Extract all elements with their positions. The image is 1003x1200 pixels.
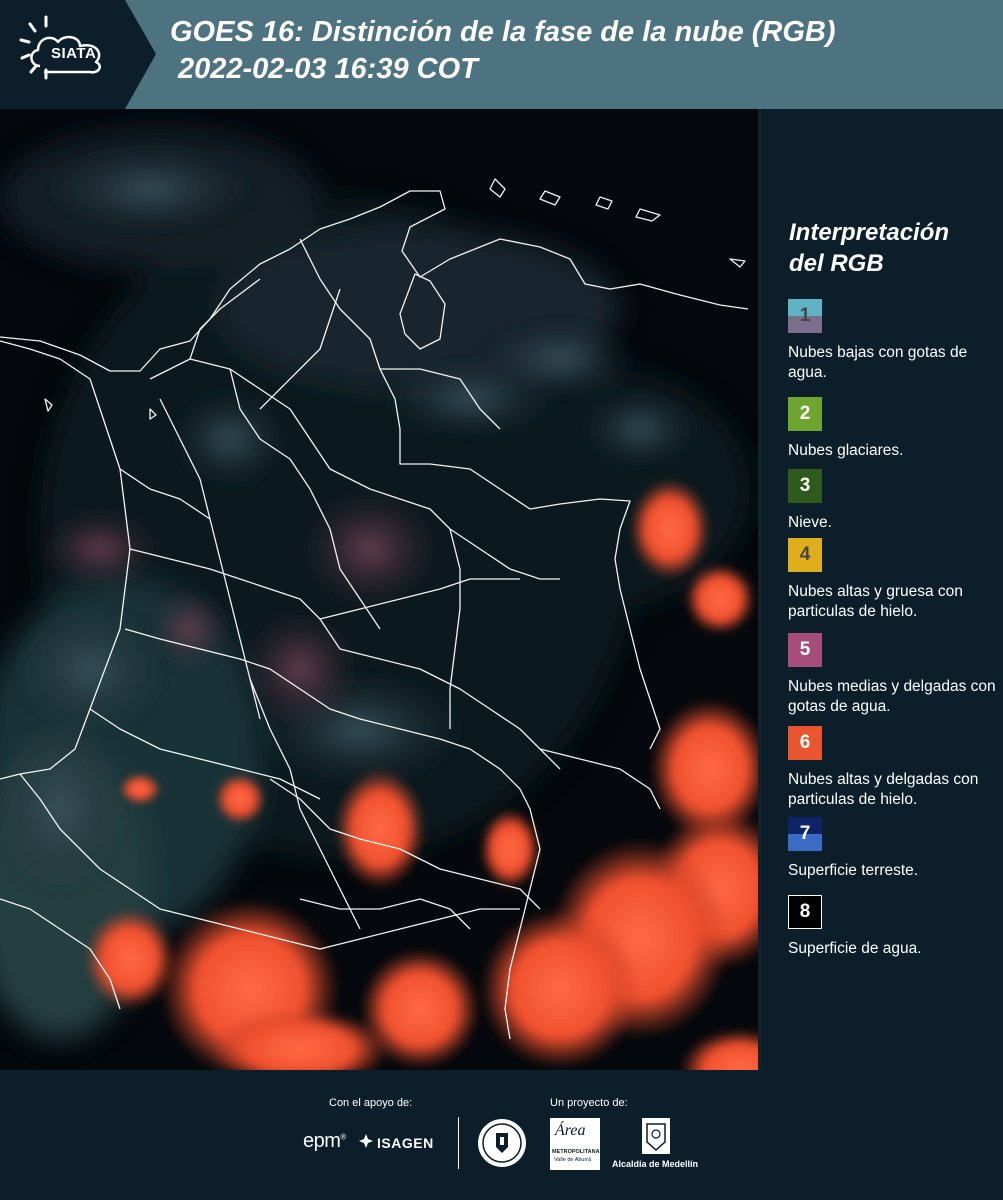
- legend-label: Nubes medias y delgadas con gotas de agu…: [788, 678, 996, 715]
- header-bar: SIATA GOES 16: Distinción de la fase de …: [0, 0, 1003, 109]
- legend-item-3: 3 Nieve.: [788, 469, 1003, 533]
- project-label: Un proyecto de:: [550, 1097, 628, 1109]
- siata-logo[interactable]: SIATA: [0, 0, 160, 109]
- legend-item-8: 8 Superficie de agua.: [788, 895, 1003, 959]
- epm-logo-text: epm: [303, 1130, 341, 1152]
- legend-label: Nieve.: [788, 514, 832, 531]
- footer-divider: [458, 1117, 459, 1169]
- legend-swatch-3: 3: [788, 469, 822, 503]
- title-line-2: 2022-02-03 16:39 COT: [178, 53, 478, 85]
- legend-label: Nubes altas y delgadas con particulas de…: [788, 771, 979, 808]
- isagen-star-icon: [359, 1134, 373, 1148]
- legend-title-line-2: del RGB: [789, 250, 884, 277]
- legend-item-6: 6 Nubes altas y delgadas con particulas …: [788, 726, 1003, 810]
- isagen-logo[interactable]: ISAGEN: [377, 1135, 434, 1151]
- footer: Con el apoyo de: Un proyecto de: epm® IS…: [0, 1070, 1003, 1200]
- title-line-1: GOES 16: Distinción de la fase de la nub…: [170, 16, 836, 48]
- legend-item-1: 1 Nubes bajas con gotas de agua.: [788, 299, 1003, 383]
- legend-swatch-2: 2: [788, 397, 822, 431]
- page-title: GOES 16: Distinción de la fase de la nub…: [170, 14, 990, 88]
- legend-label: Superficie terreste.: [788, 862, 919, 879]
- legend-number: 4: [799, 544, 811, 565]
- alcaldia-logo-text: Alcaldía de Medellín: [612, 1159, 699, 1169]
- legend-number: 3: [799, 475, 811, 496]
- satellite-map-image: [0, 109, 758, 1070]
- legend-swatch-5: 5: [788, 633, 822, 667]
- legend-number: 8: [799, 901, 811, 922]
- legend-label: Nubes glaciares.: [788, 442, 904, 459]
- legend-label: Nubes altas y gruesa con particulas de h…: [788, 583, 963, 620]
- government-seal-icon[interactable]: [476, 1117, 528, 1169]
- legend-swatch-8: 8: [788, 895, 822, 929]
- satellite-map[interactable]: [0, 109, 758, 1070]
- legend-swatch-7: 7: [788, 817, 822, 851]
- legend-number: 7: [799, 823, 811, 844]
- support-label: Con el apoyo de:: [329, 1097, 413, 1109]
- legend-item-7: 7 Superficie terreste.: [788, 817, 1003, 881]
- legend-item-4: 4 Nubes altas y gruesa con particulas de…: [788, 538, 1003, 622]
- amva-text-2: METROPOLITANA: [552, 1149, 600, 1155]
- legend-number: 1: [799, 305, 811, 326]
- legend-swatch-6: 6: [788, 726, 822, 760]
- area-metropolitana-logo[interactable]: Área METROPOLITANA Valle de Aburrá: [550, 1118, 600, 1170]
- legend-number: 5: [799, 639, 811, 660]
- amva-text-3: Valle de Aburrá: [554, 1157, 592, 1163]
- alcaldia-shield-icon[interactable]: [638, 1118, 674, 1156]
- legend-number: 6: [799, 732, 811, 753]
- legend-label: Superficie de agua.: [788, 940, 922, 957]
- legend-number: 2: [799, 403, 811, 424]
- legend-swatch-1: 1: [788, 299, 822, 333]
- legend-panel: Interpretación del RGB 1 Nubes bajas con…: [762, 109, 1003, 1070]
- legend-title: Interpretación del RGB: [789, 217, 989, 279]
- logo-text: SIATA: [51, 45, 97, 62]
- epm-logo[interactable]: epm®: [303, 1130, 346, 1153]
- legend-title-line-1: Interpretación: [789, 219, 950, 246]
- legend-item-2: 2 Nubes glaciares.: [788, 397, 1003, 461]
- legend-item-5: 5 Nubes medias y delgadas con gotas de a…: [788, 633, 1003, 717]
- amva-text-1: Área: [555, 1122, 586, 1139]
- legend-label: Nubes bajas con gotas de agua.: [788, 344, 968, 381]
- legend-swatch-4: 4: [788, 538, 822, 572]
